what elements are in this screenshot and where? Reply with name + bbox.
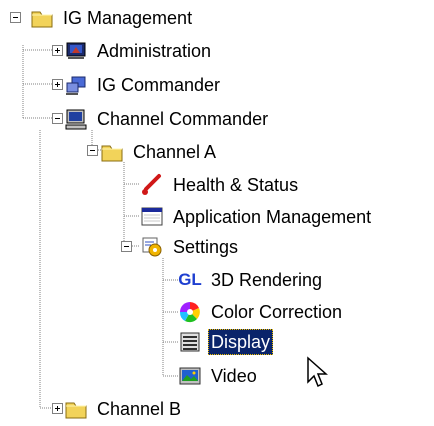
tree-node-video[interactable]: Video	[178, 362, 260, 390]
tree-node-label: Channel A	[133, 142, 217, 162]
tree-node-channel-a[interactable]: Channel A	[100, 138, 219, 166]
video-icon	[178, 364, 202, 388]
tree-view: IG Management Administration IG Commande…	[0, 0, 434, 420]
gl-icon: GL	[178, 268, 202, 292]
tree-node-channel-commander[interactable]: Channel Commander	[64, 105, 271, 133]
tree-node-label: Channel Commander	[97, 109, 269, 129]
tree-node-display[interactable]: Display	[178, 328, 274, 356]
tree-node-label: 3D Rendering	[211, 270, 323, 290]
tree-node-application-management[interactable]: Application Management	[140, 203, 374, 231]
tree-node-color-correction[interactable]: Color Correction	[178, 298, 345, 326]
tree-node-ig-commander[interactable]: IG Commander	[64, 71, 223, 99]
collapse-toggle-settings[interactable]	[121, 241, 132, 252]
admin-icon	[64, 39, 88, 63]
folder-icon	[30, 6, 54, 30]
tree-node-health-status[interactable]: Health & Status	[140, 171, 301, 199]
tree-node-label: Color Correction	[211, 302, 343, 322]
display-icon	[178, 330, 202, 354]
expand-collapse-toggle-root[interactable]	[10, 12, 21, 23]
computer-icon	[64, 107, 88, 131]
tree-node-ig-management[interactable]: IG Management	[30, 4, 195, 32]
tree-node-settings[interactable]: Settings	[140, 233, 241, 261]
expand-toggle-administration[interactable]	[52, 45, 63, 56]
tree-node-3d-rendering[interactable]: GL 3D Rendering	[178, 266, 325, 294]
tree-node-label: Application Management	[173, 207, 372, 227]
expand-toggle-channel-b[interactable]	[52, 403, 63, 414]
tree-node-label: Administration	[97, 41, 212, 61]
collapse-toggle-channel-commander[interactable]	[52, 113, 63, 124]
collapse-toggle-channel-a[interactable]	[87, 145, 98, 156]
folder-open-icon	[100, 140, 124, 164]
ig-commander-icon	[64, 73, 88, 97]
color-wheel-icon	[178, 300, 202, 324]
tree-node-label: IG Management	[63, 8, 193, 28]
mouse-cursor-icon	[307, 356, 328, 388]
tree-node-administration[interactable]: Administration	[64, 37, 214, 65]
tree-node-label: Display	[208, 329, 274, 355]
folder-icon	[64, 397, 88, 421]
tree-node-channel-b[interactable]: Channel B	[64, 395, 184, 423]
tree-node-label: Video	[211, 366, 257, 386]
tree-node-label: IG Commander	[97, 75, 221, 95]
tree-node-label: Channel B	[97, 399, 182, 419]
thermometer-icon	[140, 173, 164, 197]
tree-node-label: Settings	[173, 237, 239, 257]
tree-node-label: Health & Status	[173, 175, 299, 195]
gl-icon-text: GL	[178, 270, 202, 289]
expand-toggle-ig-commander[interactable]	[52, 79, 63, 90]
settings-icon	[140, 235, 164, 259]
application-window-icon	[140, 205, 164, 229]
